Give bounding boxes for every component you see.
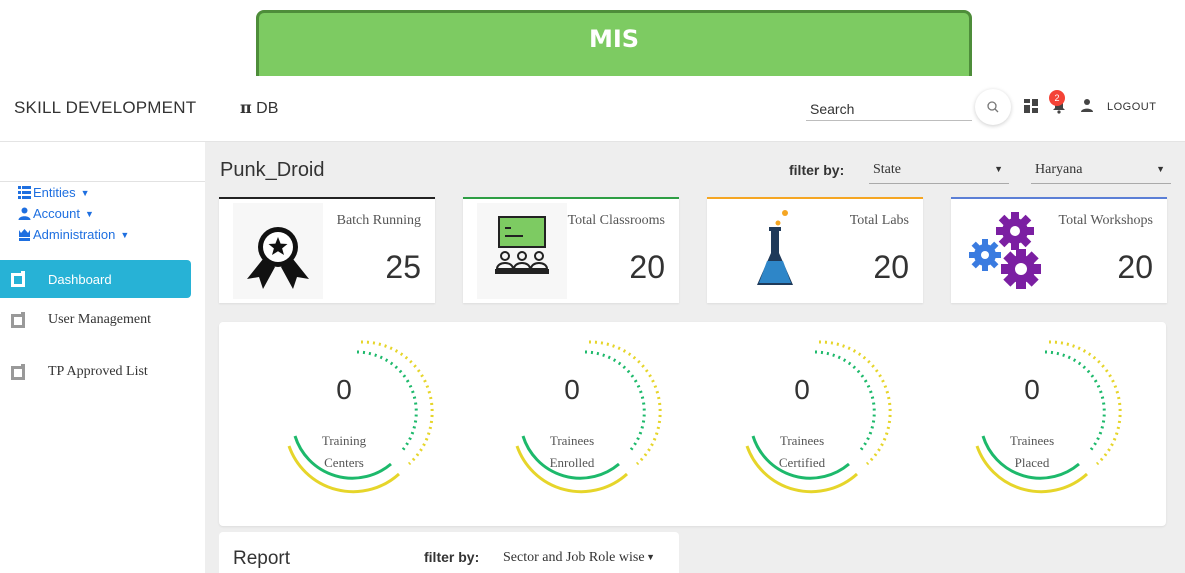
gauge-label: Trainees Enrolled bbox=[507, 430, 637, 474]
top-header: SKILL DEVELOPMENT π DB Search 2 LOGOUT bbox=[0, 76, 1185, 142]
flask-icon bbox=[721, 203, 811, 299]
account-menu[interactable]: Account ▼ bbox=[18, 206, 94, 221]
page-title: Punk_Droid bbox=[220, 159, 325, 181]
page-icon bbox=[11, 364, 25, 380]
stat-value: 20 bbox=[629, 249, 665, 285]
page-icon bbox=[11, 271, 25, 287]
gauge-training-centers[interactable]: 0 Training Centers bbox=[279, 336, 439, 496]
stat-card-batch-running[interactable]: Batch Running 25 bbox=[219, 197, 435, 303]
mis-banner: MIS bbox=[256, 10, 972, 78]
stat-card-total-labs[interactable]: Total Labs 20 bbox=[707, 197, 923, 303]
classroom-icon bbox=[477, 203, 567, 299]
gauge-trainees-placed[interactable]: 0 Trainees Placed bbox=[967, 336, 1127, 496]
stat-label: Total Classrooms bbox=[567, 213, 665, 228]
gauge-value: 0 bbox=[564, 374, 580, 405]
report-card: Report filter by: Sector and Job Role wi… bbox=[219, 532, 679, 573]
sidebar-item-user-management[interactable]: User Management bbox=[0, 301, 191, 339]
gauge-label: Trainees Placed bbox=[967, 430, 1097, 474]
sidebar-item-label: TP Approved List bbox=[48, 364, 148, 379]
entities-menu[interactable]: Entities ▼ bbox=[18, 185, 90, 200]
db-label[interactable]: π DB bbox=[240, 98, 278, 118]
search-input[interactable]: Search bbox=[810, 101, 854, 117]
notification-badge: 2 bbox=[1049, 90, 1065, 106]
stat-value: 25 bbox=[385, 249, 421, 285]
chevron-down-icon: ▼ bbox=[84, 208, 94, 219]
chevron-down-icon: ▼ bbox=[120, 229, 130, 240]
gauge-trainees-certified[interactable]: 0 Trainees Certified bbox=[737, 336, 897, 496]
select-value: Haryana bbox=[1035, 162, 1083, 177]
administration-label: Administration bbox=[33, 227, 116, 242]
pi-icon: π bbox=[240, 98, 252, 117]
report-filter-select[interactable]: Sector and Job Role wise ▼ bbox=[499, 542, 669, 572]
entities-label: Entities bbox=[33, 185, 76, 200]
account-label: Account bbox=[33, 206, 80, 221]
user-icon[interactable] bbox=[1080, 98, 1094, 112]
gauge-label-line: Trainees bbox=[549, 433, 595, 448]
gauge-label-line: Trainees bbox=[1009, 433, 1055, 448]
brand-name[interactable]: SKILL DEVELOPMENT bbox=[14, 98, 196, 118]
caret-down-icon: ▼ bbox=[1156, 164, 1165, 174]
stat-label: Batch Running bbox=[336, 213, 421, 228]
sidebar-item-label: User Management bbox=[48, 312, 152, 327]
sidebar-item-dashboard[interactable]: Dashboard bbox=[0, 260, 191, 298]
gauge-label-line: Trainees bbox=[779, 433, 825, 448]
administration-menu[interactable]: Administration ▼ bbox=[18, 227, 129, 242]
list-icon bbox=[18, 186, 31, 199]
select-value: Sector and Job Role wise bbox=[503, 550, 645, 565]
logout-button[interactable]: LOGOUT bbox=[1107, 101, 1156, 113]
sidebar-item-label: Dashboard bbox=[48, 271, 112, 287]
gauge-value: 0 bbox=[336, 374, 352, 405]
sidebar-item-tp-approved-list[interactable]: TP Approved List bbox=[0, 353, 191, 391]
gauge-label-line: Certified bbox=[778, 455, 826, 470]
gauge-value: 0 bbox=[794, 374, 810, 405]
sidebar: Entities ▼ Account ▼ Administration ▼ Da… bbox=[0, 142, 205, 573]
gauge-label-line: Enrolled bbox=[549, 455, 595, 470]
state-filter-select[interactable]: State ▼ bbox=[869, 154, 1009, 184]
gauge-trainees-enrolled[interactable]: 0 Trainees Enrolled bbox=[507, 336, 667, 496]
award-ribbon-icon bbox=[233, 203, 323, 299]
chevron-down-icon: ▼ bbox=[80, 187, 90, 198]
gears-icon bbox=[965, 203, 1055, 299]
gauge-value: 0 bbox=[1024, 374, 1040, 405]
search-button[interactable] bbox=[975, 89, 1011, 125]
stat-card-total-classrooms[interactable]: Total Classrooms 20 bbox=[463, 197, 679, 303]
select-value: State bbox=[873, 162, 901, 177]
db-text: DB bbox=[256, 100, 279, 117]
page-icon bbox=[11, 312, 25, 328]
gauge-label: Training Centers bbox=[279, 430, 409, 474]
stat-label: Total Workshops bbox=[1058, 213, 1153, 228]
search-underline bbox=[806, 120, 972, 121]
gauge-label-line: Centers bbox=[324, 455, 364, 470]
stat-value: 20 bbox=[873, 249, 909, 285]
stat-value: 20 bbox=[1117, 249, 1153, 285]
gauge-label-line: Placed bbox=[1014, 455, 1050, 470]
sidebar-divider bbox=[0, 181, 205, 182]
user-icon bbox=[18, 207, 31, 220]
stat-label: Total Labs bbox=[849, 213, 909, 228]
search-icon bbox=[987, 101, 999, 113]
gauge-label-line: Training bbox=[321, 433, 367, 448]
gauge-label: Trainees Certified bbox=[737, 430, 867, 474]
dashboard-grid-icon[interactable] bbox=[1024, 99, 1038, 113]
gauge-panel: 0 Training Centers 0 Trainees Enrolled 0… bbox=[219, 322, 1166, 526]
filter-label: filter by: bbox=[789, 162, 845, 178]
stat-card-total-workshops[interactable]: Total Workshops 20 bbox=[951, 197, 1167, 303]
report-title: Report bbox=[233, 548, 291, 569]
caret-down-icon: ▼ bbox=[646, 552, 655, 562]
report-filter-label: filter by: bbox=[424, 549, 480, 565]
haryana-filter-select[interactable]: Haryana ▼ bbox=[1031, 154, 1171, 184]
admin-icon bbox=[19, 229, 30, 241]
banner-title: MIS bbox=[588, 25, 640, 53]
caret-down-icon: ▼ bbox=[994, 164, 1003, 174]
main-content: Punk_Droid filter by: State ▼ Haryana ▼ … bbox=[205, 142, 1185, 573]
